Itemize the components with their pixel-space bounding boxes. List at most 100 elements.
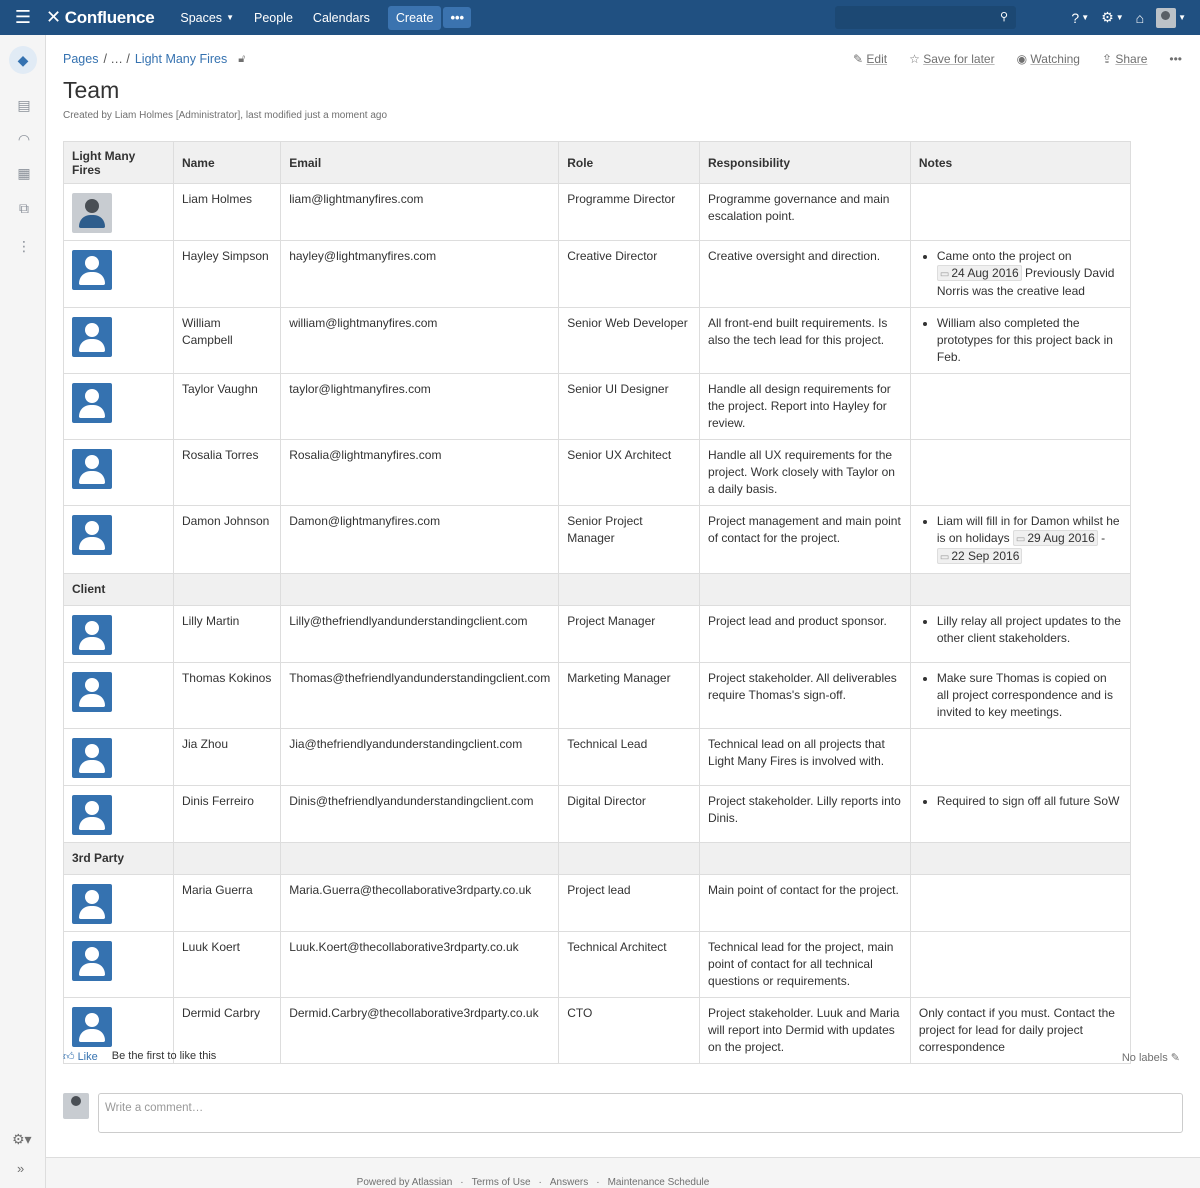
avatar[interactable] (72, 615, 112, 655)
avatar[interactable] (72, 884, 112, 924)
member-email[interactable]: Jia@thefriendlyandunderstandingclient.co… (280, 728, 560, 786)
member-email[interactable]: liam@lightmanyfires.com (280, 183, 560, 241)
breadcrumb-pages[interactable]: Pages (63, 52, 98, 66)
avatar[interactable] (72, 941, 112, 981)
member-email[interactable]: Dermid.Carbry@thecollaborative3rdparty.c… (280, 997, 560, 1064)
section-row: Client (63, 573, 1132, 606)
avatar[interactable] (72, 317, 112, 357)
avatar[interactable] (72, 795, 112, 835)
avatar[interactable] (72, 738, 112, 778)
tree-icon[interactable]: ⋮ (14, 238, 34, 256)
like-button[interactable]: 👍︎ Like (63, 1050, 98, 1063)
table-cell (558, 842, 701, 875)
member-responsibility: Main point of contact for the project. (699, 874, 911, 932)
help-icon[interactable]: ? ▼ (1071, 10, 1089, 26)
confluence-logo[interactable]: ✕ Confluence (46, 7, 155, 28)
user-menu[interactable]: ▼ (1156, 7, 1186, 28)
member-name: Hayley Simpson (172, 240, 282, 308)
table-cell (63, 605, 174, 663)
avatar[interactable] (72, 1007, 112, 1047)
member-responsibility: Programme governance and main escalation… (699, 183, 911, 241)
create-button[interactable]: Create (387, 5, 442, 30)
team-table: Light Many Fires Name Email Role Responsibil… (63, 141, 1132, 1064)
table-cell (558, 573, 701, 606)
member-role: Creative Director (558, 240, 701, 308)
avatar[interactable] (72, 250, 112, 290)
table-row: Dinis Ferreiro Dinis@thefriendlyandunders… (63, 785, 1132, 843)
date-lozenge[interactable]: 24 Aug 2016 (936, 265, 1022, 281)
comment-input[interactable]: Write a comment… (98, 1093, 1183, 1133)
member-email[interactable]: Dinis@thefriendlyandunderstandingclient.… (280, 785, 560, 843)
member-email[interactable]: Thomas@thefriendlyandunderstandingclient… (280, 662, 560, 729)
member-email[interactable]: taylor@lightmanyfires.com (280, 373, 560, 440)
table-cell (63, 728, 174, 786)
settings-icon[interactable]: ⚙▾ (12, 1131, 32, 1148)
avatar[interactable] (72, 449, 112, 489)
column-header: Name (172, 141, 282, 184)
member-responsibility: Project stakeholder. All deliverables re… (699, 662, 911, 729)
pencil-icon: ✎ (1170, 1052, 1180, 1064)
expand-sidebar-icon[interactable]: » (17, 1161, 24, 1176)
more-actions-icon[interactable]: ••• (1169, 52, 1182, 66)
table-cell (63, 373, 174, 440)
search-input[interactable]: ⚲ (835, 6, 1016, 29)
share-button[interactable]: ⇪ Share (1102, 52, 1147, 66)
section-row: 3rd Party (63, 842, 1132, 875)
member-name: Luuk Koert (172, 931, 282, 998)
member-email[interactable]: hayley@lightmanyfires.com (280, 240, 560, 308)
like-text: Be the first to like this (111, 1050, 217, 1062)
main-content: Pages / … / Light Many Fires 🔓︎ ✎ Edit ☆… (46, 35, 1200, 1188)
top-nav: ☰ ✕ Confluence Spaces ▼ People Calendars … (0, 0, 1200, 35)
member-role: Senior Web Developer (558, 307, 701, 374)
footer-link[interactable]: Answers (550, 1177, 588, 1188)
avatar[interactable] (72, 672, 112, 712)
copy-icon[interactable]: ⧉ (14, 200, 34, 218)
member-role: Programme Director (558, 183, 701, 241)
member-responsibility: Project stakeholder. Lilly reports into … (699, 785, 911, 843)
member-notes: Make sure Thomas is copied on all projec… (909, 662, 1132, 729)
footer-link[interactable]: Terms of Use (472, 1177, 531, 1188)
watching-button[interactable]: ◉ Watching (1017, 52, 1080, 66)
nav-spaces[interactable]: Spaces ▼ (170, 0, 244, 35)
avatar[interactable] (72, 193, 112, 233)
rss-icon[interactable]: ◠ (14, 131, 34, 149)
unlock-icon[interactable]: 🔓︎ (238, 53, 245, 66)
table-cell (63, 662, 174, 729)
avatar[interactable] (72, 383, 112, 423)
footer-link[interactable]: Maintenance Schedule (608, 1177, 710, 1188)
note-item: William also completed the prototypes fo… (937, 315, 1122, 366)
avatar[interactable] (72, 515, 112, 555)
table-row: Liam Holmes liam@lightmanyfires.com Progra… (63, 183, 1132, 241)
member-name: Lilly Martin (172, 605, 282, 663)
member-role: Project lead (558, 874, 701, 932)
member-email[interactable]: Damon@lightmanyfires.com (280, 505, 560, 574)
breadcrumb-ellipsis[interactable]: / … / (103, 52, 129, 66)
member-email[interactable]: Luuk.Koert@thecollaborative3rdparty.co.u… (280, 931, 560, 998)
table-cell (63, 785, 174, 843)
member-email[interactable]: Lilly@thefriendlyandunderstandingclient.… (280, 605, 560, 663)
calendar-icon[interactable]: ▦ (14, 165, 34, 183)
member-responsibility: Project management and main point of con… (699, 505, 911, 574)
notifications-icon[interactable]: ⌂ (1136, 10, 1144, 26)
space-logo-icon[interactable]: ◆ (9, 46, 37, 74)
table-row: Damon Johnson Damon@lightmanyfires.com Sen… (63, 505, 1132, 574)
gear-icon[interactable]: ⚙ ▼ (1101, 9, 1123, 26)
edit-button[interactable]: ✎ Edit (853, 52, 887, 66)
more-button[interactable]: ••• (443, 7, 472, 28)
table-cell (63, 931, 174, 998)
member-email[interactable]: Rosalia@lightmanyfires.com (280, 439, 560, 506)
nav-people[interactable]: People (244, 0, 303, 35)
save-for-later-button[interactable]: ☆ Save for later (909, 52, 994, 66)
member-email[interactable]: william@lightmanyfires.com (280, 307, 560, 374)
date-lozenge[interactable]: 29 Aug 2016 (1012, 530, 1098, 546)
nav-calendars[interactable]: Calendars (303, 0, 380, 35)
pages-icon[interactable]: ▤ (14, 97, 34, 115)
menu-icon[interactable]: ☰ (0, 0, 46, 35)
breadcrumb-current[interactable]: Light Many Fires (135, 52, 227, 66)
date-lozenge[interactable]: 22 Sep 2016 (936, 548, 1023, 564)
footer-link[interactable]: Powered by Atlassian (357, 1177, 453, 1188)
labels[interactable]: No labels ✎ (1122, 1051, 1180, 1064)
member-email[interactable]: Maria.Guerra@thecollaborative3rdparty.co… (280, 874, 560, 932)
chevron-down-icon: ▼ (226, 13, 234, 22)
member-name: Maria Guerra (172, 874, 282, 932)
